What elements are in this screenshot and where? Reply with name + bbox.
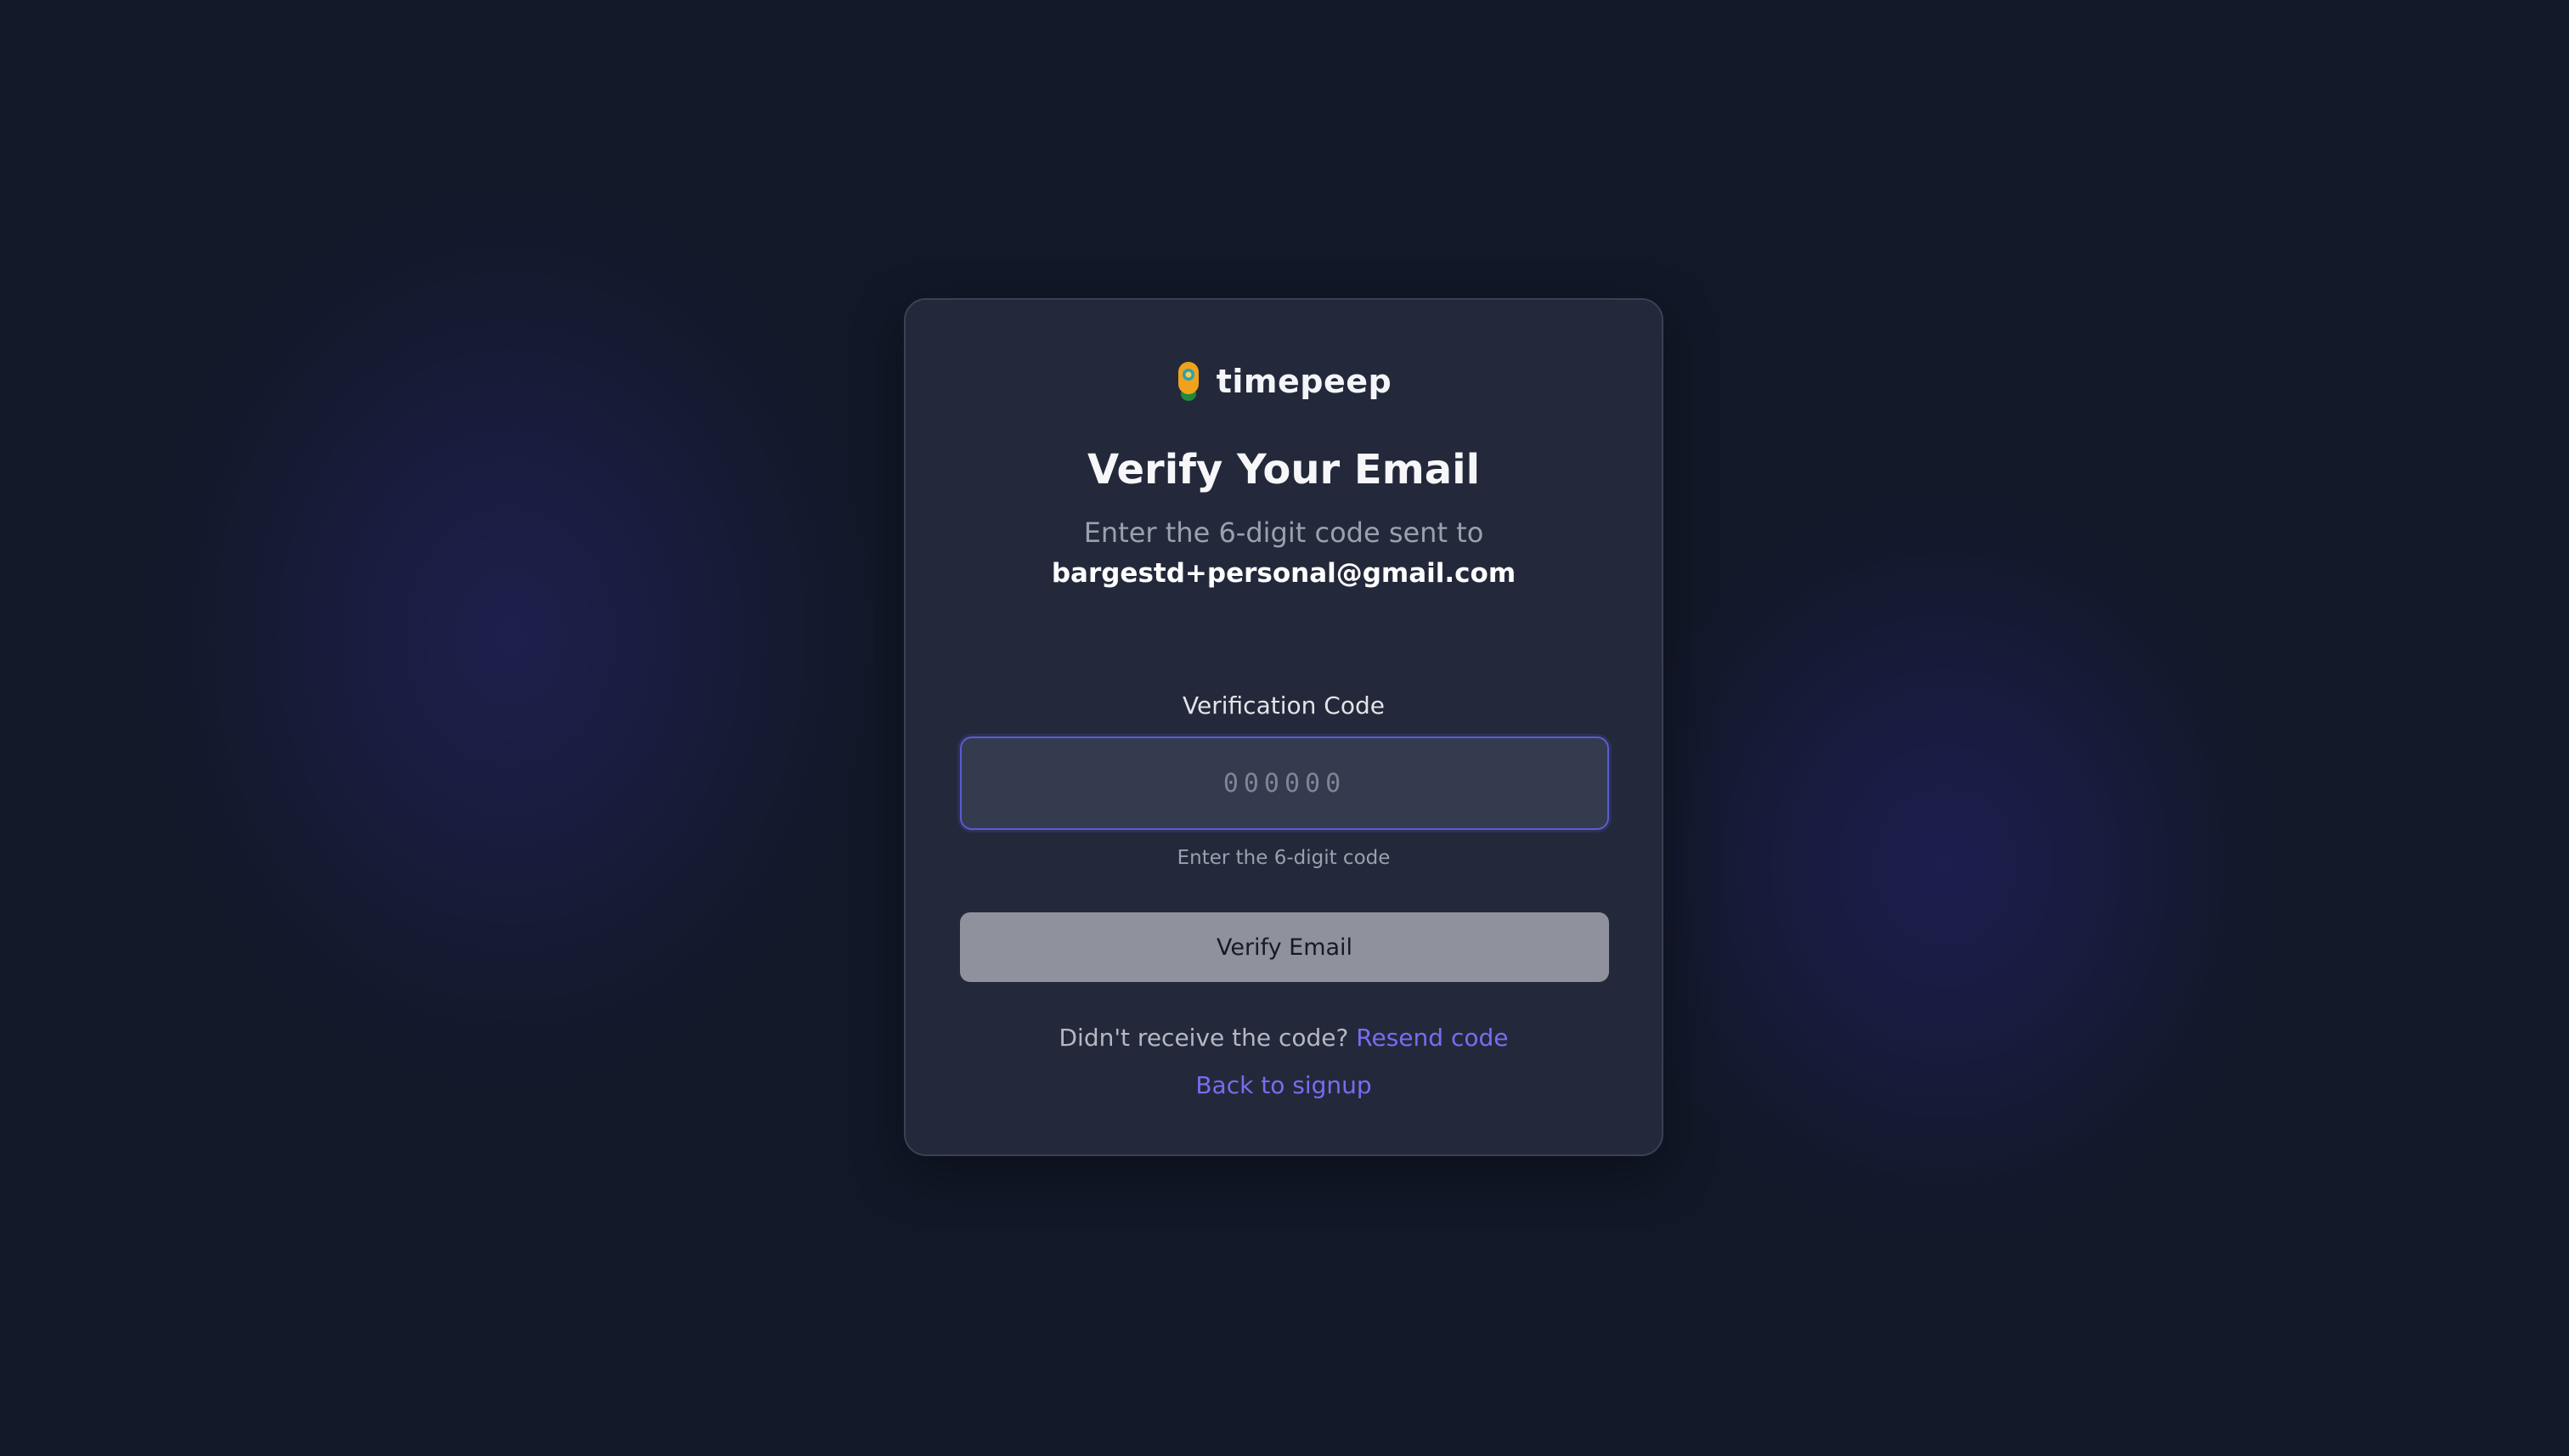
resend-row: Didn't receive the code? Resend code [906, 1022, 1662, 1054]
background-glow-right [1614, 493, 2277, 1240]
background-glow-left [144, 187, 875, 1087]
verification-code-label: Verification Code [1183, 691, 1385, 720]
back-row: Back to signup [906, 1069, 1662, 1102]
brand-header: timepeep [906, 358, 1662, 405]
subtitle-text: Enter the 6-digit code sent to [1083, 516, 1484, 549]
page-title: Verify Your Email [1087, 446, 1481, 494]
peep-flower-icon [1176, 360, 1201, 403]
verify-email-card: timepeep Verify Your Email Enter the 6-d… [904, 298, 1663, 1156]
back-to-signup-link[interactable]: Back to signup [1195, 1071, 1371, 1099]
resend-code-link[interactable]: Resend code [1356, 1024, 1508, 1052]
resend-prompt: Didn't receive the code? [1059, 1024, 1357, 1052]
brand-name: timepeep [1216, 363, 1392, 400]
verification-code-input[interactable] [960, 736, 1609, 830]
code-hint-text: Enter the 6-digit code [1177, 847, 1391, 869]
verify-email-button[interactable]: Verify Email [960, 912, 1609, 982]
recipient-email: bargestd+personal@gmail.com [1051, 558, 1516, 589]
